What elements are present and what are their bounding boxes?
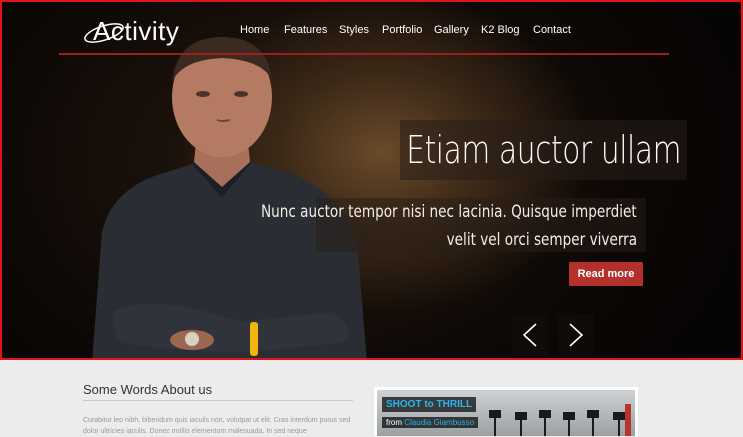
site-logo[interactable]: Activity bbox=[84, 12, 195, 48]
thumbnail-credit: from Claudia Giambusso bbox=[382, 417, 479, 428]
content-area: Some Words About us Curabitur leo nibh, … bbox=[0, 360, 743, 436]
nav-item-contact[interactable]: Contact bbox=[533, 24, 571, 36]
thumbnail-author-link[interactable]: Claudia Giambusso bbox=[404, 418, 474, 427]
about-heading: Some Words About us bbox=[83, 382, 213, 397]
about-text: Curabitur leo nibh, bibendum quis iaculi… bbox=[83, 417, 351, 435]
about-divider bbox=[83, 400, 353, 401]
nav-item-home[interactable]: Home bbox=[240, 24, 269, 36]
chevron-left-icon bbox=[522, 323, 537, 347]
slide-subtitle-line-1: Nunc auctor tempor nisi nec lacinia. Qui… bbox=[261, 202, 637, 222]
nav-item-features[interactable]: Features bbox=[284, 24, 327, 36]
nav-item-portfolio[interactable]: Portfolio bbox=[382, 24, 422, 36]
slider-next-button[interactable] bbox=[558, 314, 594, 356]
nav-item-styles[interactable]: Styles bbox=[339, 24, 369, 36]
nav-divider bbox=[59, 53, 669, 55]
nav-item-gallery[interactable]: Gallery bbox=[434, 24, 469, 36]
hero-slider: Activity Home Features Styles Portfolio … bbox=[0, 0, 743, 360]
slide-title: Etiam auctor ullam bbox=[400, 120, 688, 180]
slider-prev-button[interactable] bbox=[512, 314, 548, 356]
logo-text: Activity bbox=[93, 16, 180, 46]
read-more-button[interactable]: Read more bbox=[569, 262, 643, 286]
nav-item-k2-blog[interactable]: K2 Blog bbox=[481, 24, 520, 36]
slide-subtitle-line-2: velit vel orci semper viverra bbox=[446, 230, 637, 250]
chevron-right-icon bbox=[569, 323, 584, 347]
hero-person-image bbox=[92, 37, 367, 358]
featured-thumbnail[interactable]: SHOOT to THRILL from Claudia Giambusso bbox=[374, 387, 638, 436]
thumbnail-from-label: from bbox=[386, 418, 402, 427]
thumbnail-title: SHOOT to THRILL bbox=[382, 397, 477, 412]
